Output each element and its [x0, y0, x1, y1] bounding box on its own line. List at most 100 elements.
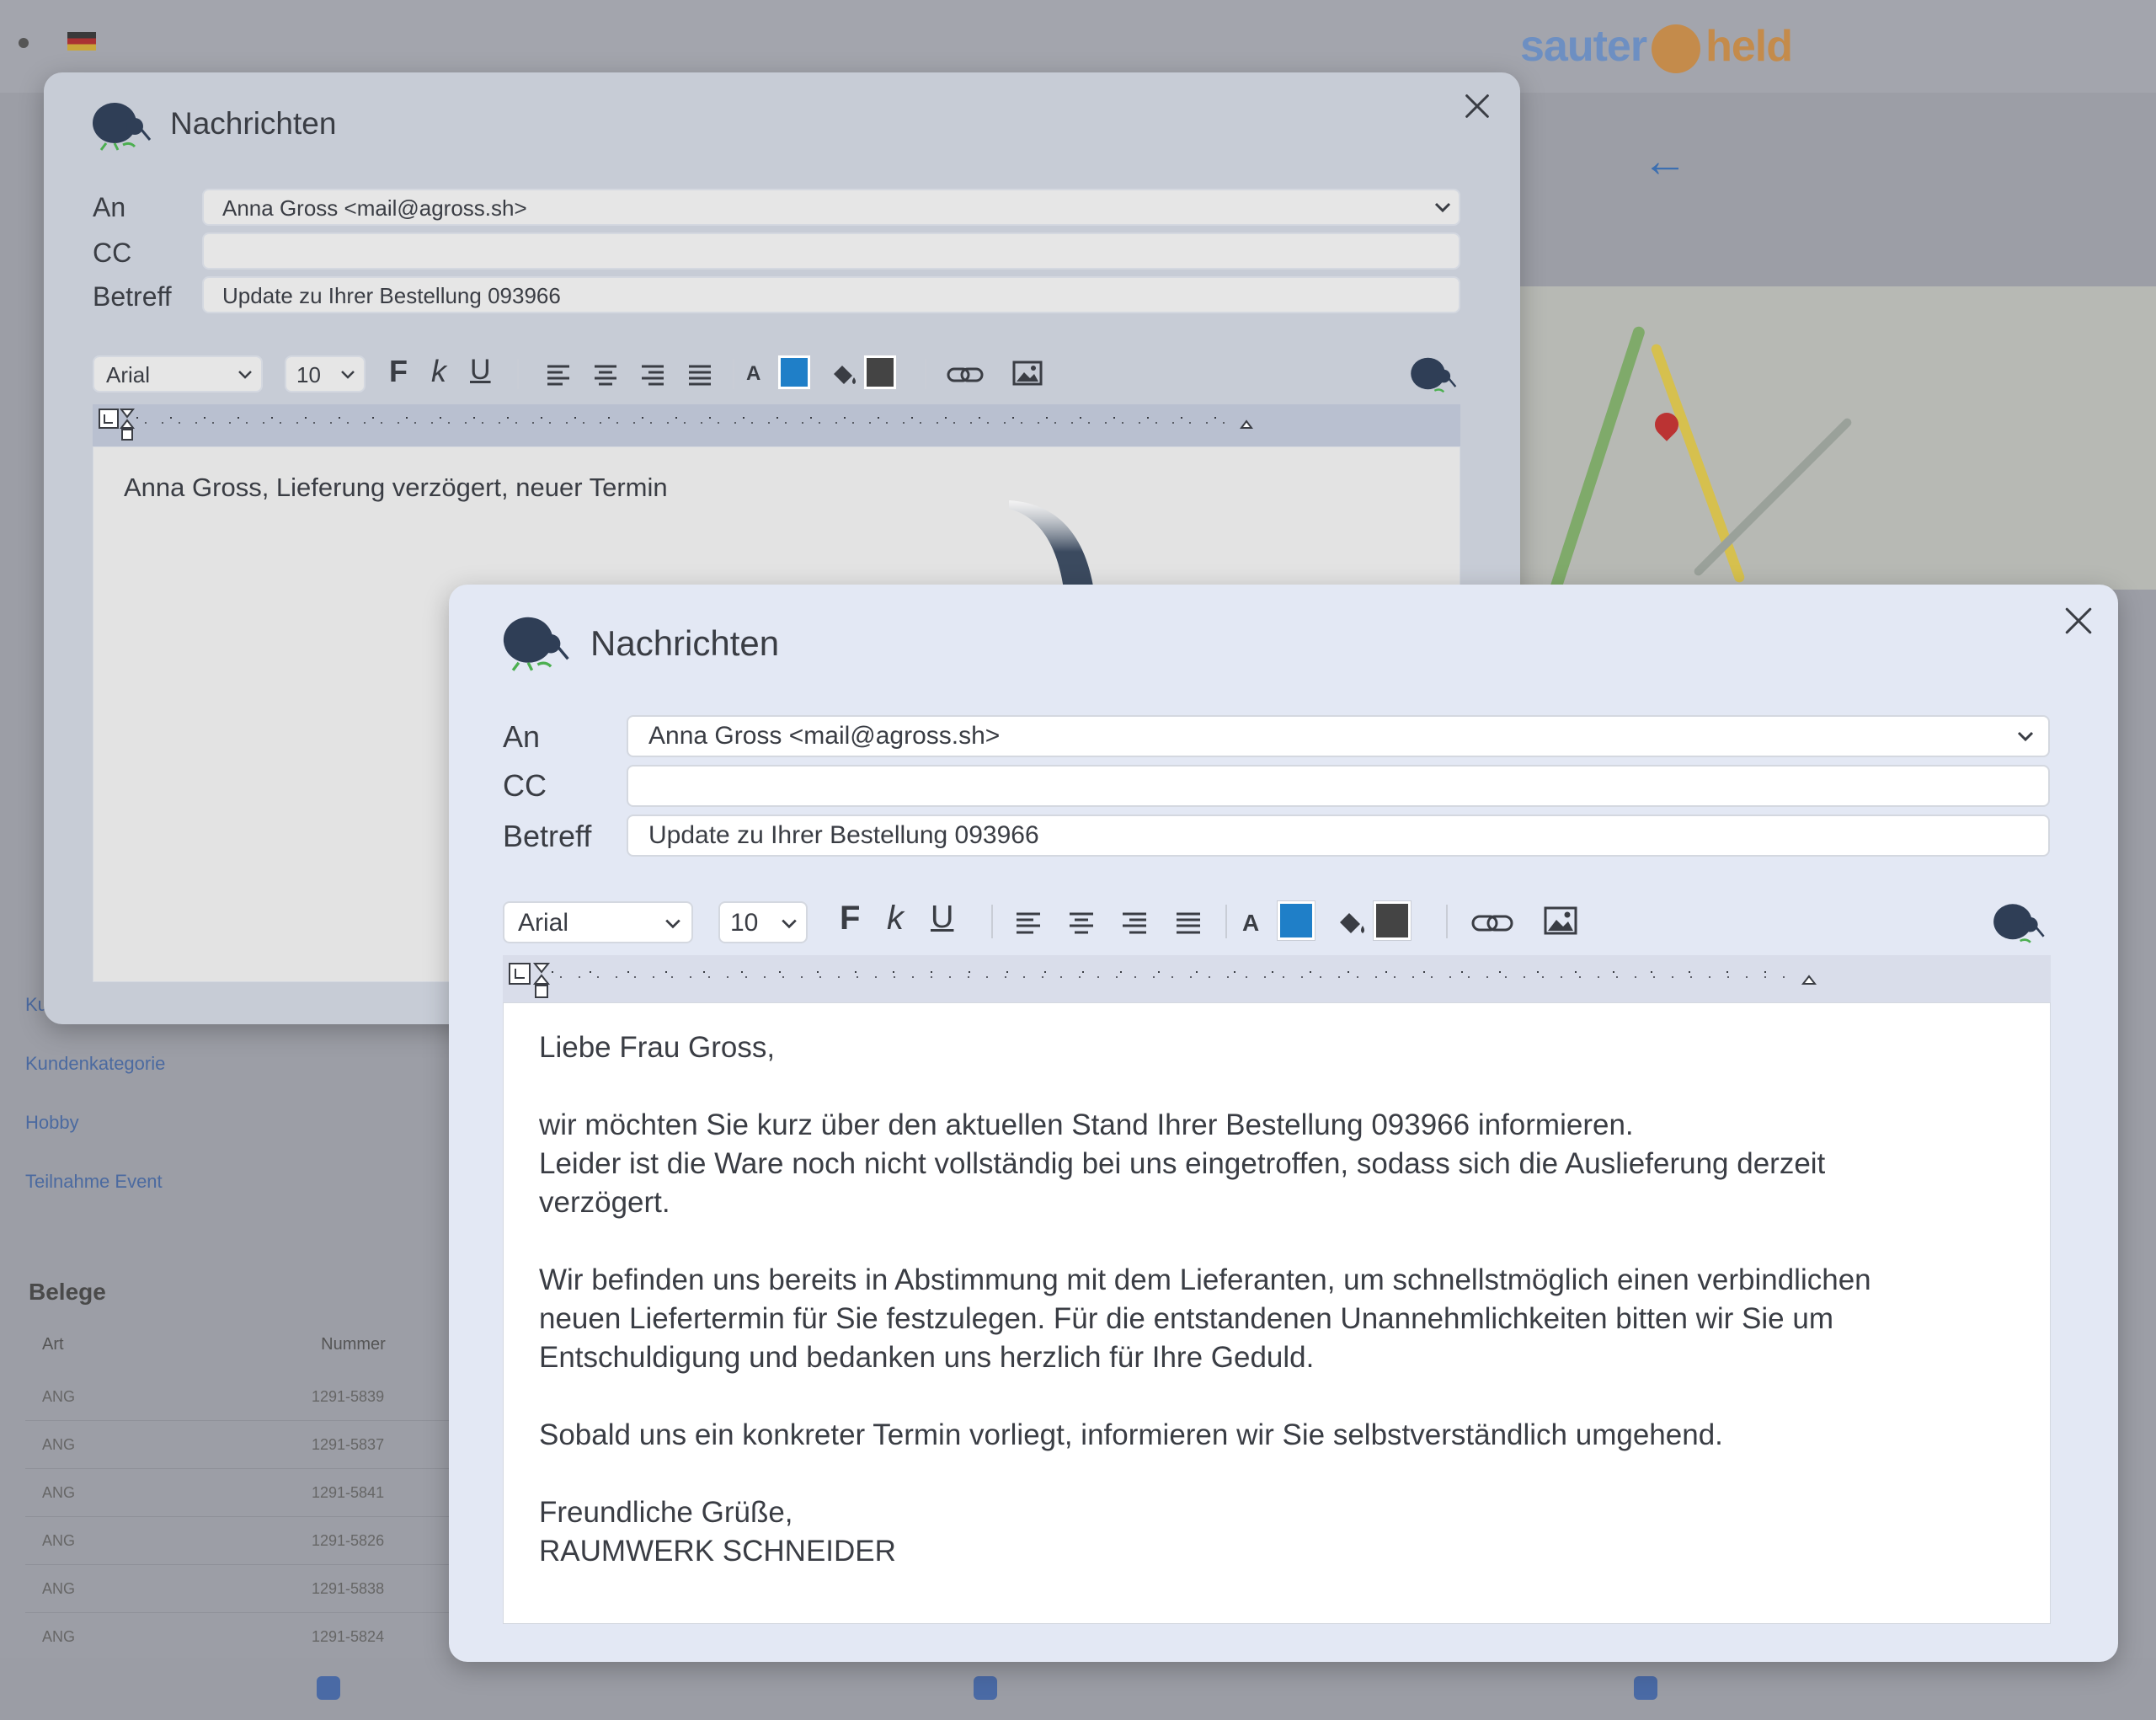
subject-field[interactable]: Update zu Ihrer Bestellung 093966	[202, 276, 1460, 313]
table-row[interactable]: ANG 1291-5838	[25, 1565, 455, 1613]
col-art: Art	[42, 1335, 64, 1354]
logo-mark-icon	[1652, 24, 1701, 74]
body-line: verzögert.	[539, 1186, 670, 1219]
dialog-title: Nachrichten	[170, 106, 337, 141]
text-color-swatch[interactable]	[1278, 901, 1315, 940]
align-right-icon[interactable]	[1121, 911, 1148, 935]
highlight-color-icon[interactable]	[830, 361, 859, 387]
align-justify-icon[interactable]	[1175, 911, 1202, 935]
text-color-icon[interactable]: A	[1242, 910, 1259, 937]
ruler[interactable]	[503, 955, 2051, 1002]
bottom-nav	[0, 1658, 2156, 1720]
size-value: 10	[296, 362, 321, 387]
underline-button[interactable]: U	[470, 354, 491, 387]
font-select[interactable]: Arial	[503, 901, 693, 943]
nav-home-icon[interactable]	[317, 1676, 340, 1700]
italic-button[interactable]: k	[431, 354, 446, 389]
toolbar-separator	[517, 359, 519, 389]
body-line	[539, 1067, 1871, 1106]
subject-label: Betreff	[503, 819, 592, 853]
toolbar-separator	[925, 359, 926, 389]
editor-text: Anna Gross, Lieferung verzögert, neuer T…	[124, 473, 668, 502]
size-select[interactable]: 10	[285, 355, 366, 393]
highlight-color-swatch[interactable]	[864, 355, 896, 389]
cc-field[interactable]	[627, 765, 2050, 807]
close-icon[interactable]: .dlg-back .close::before,.dlg-back .clos…	[1459, 88, 1496, 125]
bold-button[interactable]: F	[389, 354, 408, 389]
toolbar-separator	[1446, 905, 1448, 938]
toolbar-separator	[1225, 905, 1227, 938]
highlight-color-swatch[interactable]	[1374, 901, 1411, 940]
font-select[interactable]: Arial	[93, 355, 263, 393]
belege-title: Belege	[29, 1279, 106, 1305]
bg-item[interactable]: Teilnahme Event	[25, 1171, 165, 1230]
flag-de-icon[interactable]	[67, 32, 96, 51]
toolbar-separator	[991, 905, 993, 938]
chevron-down-icon	[665, 919, 680, 929]
table-row[interactable]: ANG 1291-5841	[25, 1469, 455, 1517]
body-line	[539, 1222, 1871, 1261]
align-center-icon[interactable]	[1068, 911, 1095, 935]
align-right-icon[interactable]	[640, 364, 665, 386]
bg-item[interactable]: Kundenkategorie	[25, 1053, 165, 1112]
kiwi-bird-icon	[503, 617, 569, 671]
body-line: neuen Liefertermin für Sie festzulegen. …	[539, 1302, 1833, 1335]
to-select[interactable]: Anna Gross <mail@agross.sh>	[627, 715, 2050, 757]
body-line: Leider ist die Ware noch nicht vollständ…	[539, 1147, 1826, 1180]
table-row[interactable]: ANG 1291-5839	[25, 1373, 455, 1421]
to-label: An	[503, 719, 541, 754]
chevron-down-icon[interactable]	[1433, 200, 1452, 214]
bg-item[interactable]: Hobby	[25, 1112, 165, 1171]
dialog-title: Nachrichten	[590, 623, 780, 663]
chevron-down-icon	[238, 371, 252, 379]
to-select[interactable]: Anna Gross <mail@agross.sh>	[202, 189, 1460, 226]
nav-settings-icon[interactable]	[1634, 1676, 1657, 1700]
chevron-down-icon	[341, 371, 355, 379]
body-line: wir möchten Sie kurz über den aktuellen …	[539, 1108, 1634, 1141]
map-view[interactable]	[1516, 286, 2156, 590]
kiwi-bird-icon	[93, 103, 152, 151]
link-icon[interactable]	[1471, 911, 1513, 935]
align-justify-icon[interactable]	[687, 364, 712, 386]
body-line: Sobald uns ein konkreter Termin vorliegt…	[539, 1418, 1723, 1451]
ruler[interactable]	[93, 404, 1460, 446]
italic-button[interactable]: k	[887, 900, 904, 937]
table-row[interactable]: ANG 1291-5826	[25, 1517, 455, 1565]
editor-body: Liebe Frau Gross, wir möchten Sie kurz ü…	[539, 1028, 1871, 1571]
cc-label: CC	[503, 768, 547, 803]
chevron-down-icon	[782, 919, 797, 929]
body-line: Liebe Frau Gross,	[539, 1031, 776, 1064]
cc-field[interactable]	[202, 232, 1460, 270]
bold-button[interactable]: F	[840, 900, 860, 937]
toolbar-separator	[733, 359, 734, 389]
subject-field[interactable]: Update zu Ihrer Bestellung 093966	[627, 815, 2050, 857]
image-icon[interactable]	[1544, 906, 1577, 935]
editor-area[interactable]: Liebe Frau Gross, wir möchten Sie kurz ü…	[503, 1002, 2051, 1624]
menu-icon[interactable]	[19, 38, 29, 48]
text-color-icon[interactable]: A	[746, 362, 760, 386]
table-row[interactable]: ANG 1291-5837	[25, 1421, 455, 1469]
body-line: Freundliche Grüße,	[539, 1496, 793, 1529]
size-select[interactable]: 10	[718, 901, 808, 943]
background-sidebar: Kundenart Kundenkategorie Hobby Teilnahm…	[25, 994, 165, 1230]
font-value: Arial	[106, 362, 151, 387]
logo-right-text: held	[1705, 22, 1793, 71]
message-dialog-generated: Nachrichten .dlg-front .close::before,.d…	[449, 585, 2118, 1662]
highlight-color-icon[interactable]	[1337, 908, 1369, 937]
back-arrow-icon[interactable]: ←	[1642, 135, 1688, 187]
size-value: 10	[730, 909, 759, 937]
nav-chat-icon[interactable]	[974, 1676, 997, 1700]
align-left-icon[interactable]	[546, 364, 571, 386]
table-row[interactable]: ANG 1291-5824	[25, 1613, 455, 1661]
ai-kiwi-icon[interactable]	[1408, 354, 1457, 396]
link-icon[interactable]	[947, 364, 984, 386]
align-left-icon[interactable]	[1015, 911, 1042, 935]
close-icon[interactable]: .dlg-front .close::before,.dlg-front .cl…	[2057, 600, 2100, 642]
chevron-down-icon[interactable]	[2015, 729, 2036, 743]
ai-kiwi-icon[interactable]	[1990, 900, 2046, 947]
text-color-swatch[interactable]	[778, 355, 810, 389]
col-nummer: Nummer	[321, 1335, 386, 1354]
underline-button[interactable]: U	[931, 900, 953, 936]
image-icon[interactable]	[1012, 361, 1043, 386]
align-center-icon[interactable]	[593, 364, 618, 386]
